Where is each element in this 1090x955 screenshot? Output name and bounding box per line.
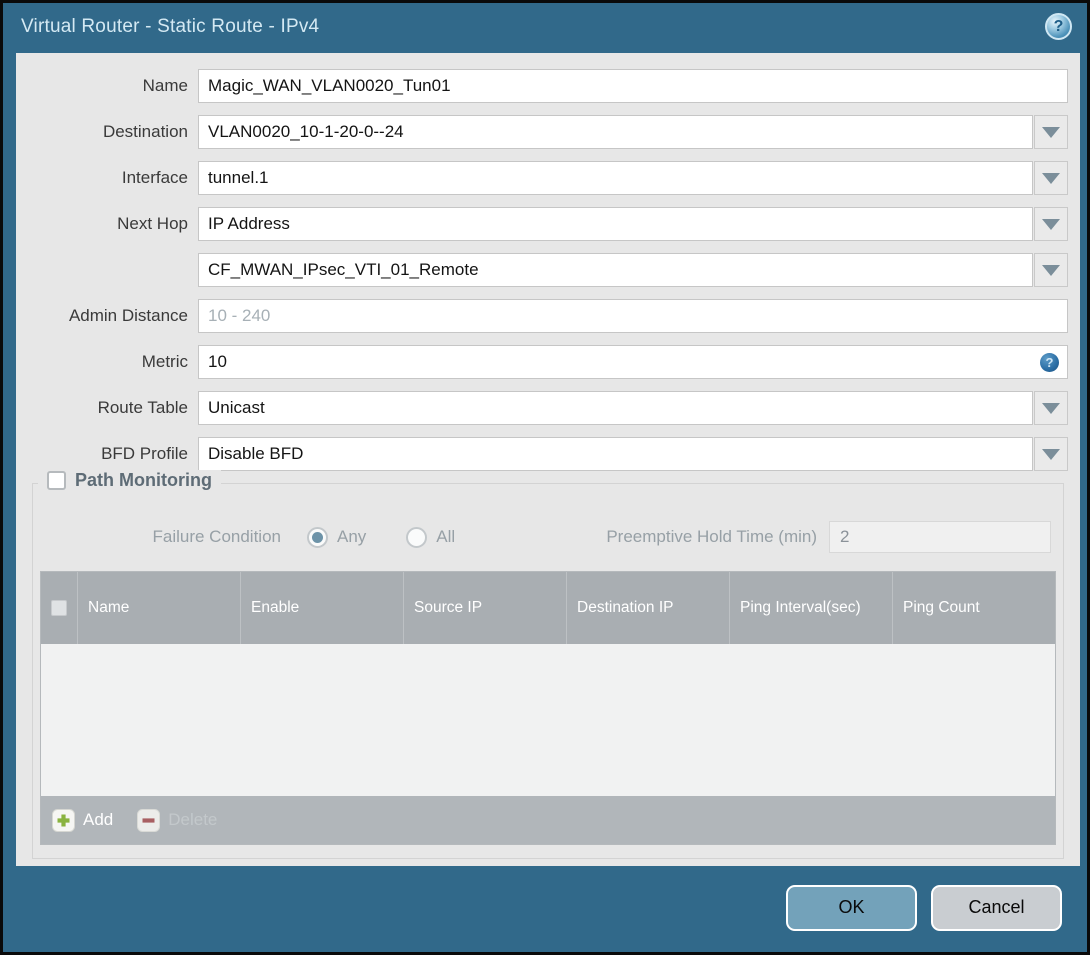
preemptive-hold-time-input[interactable] <box>829 521 1051 553</box>
path-monitoring-title: Path Monitoring <box>75 470 212 490</box>
bfd-profile-row: BFD Profile <box>16 437 1068 471</box>
route-table-label: Route Table <box>97 398 188 417</box>
destination-row: Destination <box>16 115 1068 149</box>
add-button[interactable]: Add <box>52 808 113 832</box>
plus-icon <box>52 808 75 832</box>
column-header-enable[interactable]: Enable <box>240 572 403 644</box>
failure-condition-all-label: All <box>436 527 456 546</box>
table-body-empty <box>41 644 1055 796</box>
preemptive-hold-time-label: Preemptive Hold Time (min) <box>606 527 817 546</box>
next-hop-type-input[interactable] <box>198 207 1033 241</box>
bfd-profile-label: BFD Profile <box>101 444 188 463</box>
metric-input[interactable] <box>198 345 1068 379</box>
interface-row: Interface <box>16 161 1068 195</box>
chevron-down-icon <box>1042 448 1060 460</box>
dialog-footer: OK Cancel <box>3 863 1087 952</box>
next-hop-address-dropdown-button[interactable] <box>1034 253 1068 287</box>
help-icon[interactable]: ? <box>1045 13 1072 40</box>
static-route-dialog: Virtual Router - Static Route - IPv4 ? N… <box>0 0 1090 955</box>
route-table-dropdown-button[interactable] <box>1034 391 1068 425</box>
chevron-down-icon <box>1042 264 1060 276</box>
destination-dropdown-button[interactable] <box>1034 115 1068 149</box>
name-row: Name <box>16 69 1068 103</box>
failure-condition-any-radio[interactable] <box>307 526 328 548</box>
metric-label: Metric <box>141 352 188 371</box>
name-label: Name <box>142 76 188 95</box>
title-bar: Virtual Router - Static Route - IPv4 ? <box>3 3 1087 50</box>
chevron-down-icon <box>1042 218 1060 230</box>
path-monitoring-section: Path Monitoring Failure Condition Any Al… <box>32 470 1064 859</box>
chevron-down-icon <box>1042 402 1060 414</box>
failure-condition-all-radio[interactable] <box>406 526 428 548</box>
next-hop-address-row <box>16 253 1068 287</box>
column-header-source-ip[interactable]: Source IP <box>403 572 566 644</box>
chevron-down-icon <box>1042 172 1060 184</box>
admin-distance-row: Admin Distance <box>16 299 1068 333</box>
bfd-profile-input[interactable] <box>198 437 1033 471</box>
failure-condition-label: Failure Condition <box>152 527 281 546</box>
admin-distance-label: Admin Distance <box>68 306 188 325</box>
route-table-row: Route Table <box>16 391 1068 425</box>
column-header-ping-count[interactable]: Ping Count <box>892 572 1055 644</box>
radio-selected-dot <box>312 531 323 543</box>
interface-label: Interface <box>121 168 188 187</box>
ok-button[interactable]: OK <box>786 884 917 931</box>
chevron-down-icon <box>1042 126 1060 138</box>
dialog-content: Name Destination Interface <box>16 53 1080 866</box>
destination-label: Destination <box>102 122 188 141</box>
column-header-ping-interval[interactable]: Ping Interval(sec) <box>729 572 892 644</box>
path-monitoring-legend: Path Monitoring <box>38 470 221 491</box>
table-header-row: Name Enable Source IP Destination IP Pin… <box>41 572 1055 644</box>
dialog-title: Virtual Router - Static Route - IPv4 <box>21 15 320 37</box>
minus-icon <box>137 808 161 832</box>
next-hop-row: Next Hop <box>16 207 1068 241</box>
name-input[interactable] <box>198 69 1068 103</box>
interface-dropdown-button[interactable] <box>1034 161 1068 195</box>
failure-condition-row: Failure Condition Any All Preemptive Hol… <box>33 520 1051 554</box>
column-header-destination-ip[interactable]: Destination IP <box>566 572 729 644</box>
next-hop-address-input[interactable] <box>198 253 1033 287</box>
column-header-name[interactable]: Name <box>77 572 240 644</box>
next-hop-label: Next Hop <box>117 214 188 233</box>
next-hop-dropdown-button[interactable] <box>1034 207 1068 241</box>
admin-distance-input[interactable] <box>198 299 1068 333</box>
destination-input[interactable] <box>198 115 1033 149</box>
cancel-button[interactable]: Cancel <box>931 884 1062 931</box>
interface-input[interactable] <box>198 161 1033 195</box>
delete-button[interactable]: Delete <box>137 808 217 832</box>
path-monitoring-table: Name Enable Source IP Destination IP Pin… <box>40 571 1056 845</box>
metric-row: Metric ? <box>16 345 1068 379</box>
path-monitoring-checkbox[interactable] <box>47 471 66 490</box>
bfd-profile-dropdown-button[interactable] <box>1034 437 1068 471</box>
select-all-checkbox[interactable] <box>51 600 67 616</box>
table-footer: Add Delete <box>41 796 1055 844</box>
failure-condition-any-label: Any <box>337 527 367 546</box>
info-icon[interactable]: ? <box>1040 353 1059 372</box>
route-table-input[interactable] <box>198 391 1033 425</box>
table-header-select <box>41 572 77 644</box>
